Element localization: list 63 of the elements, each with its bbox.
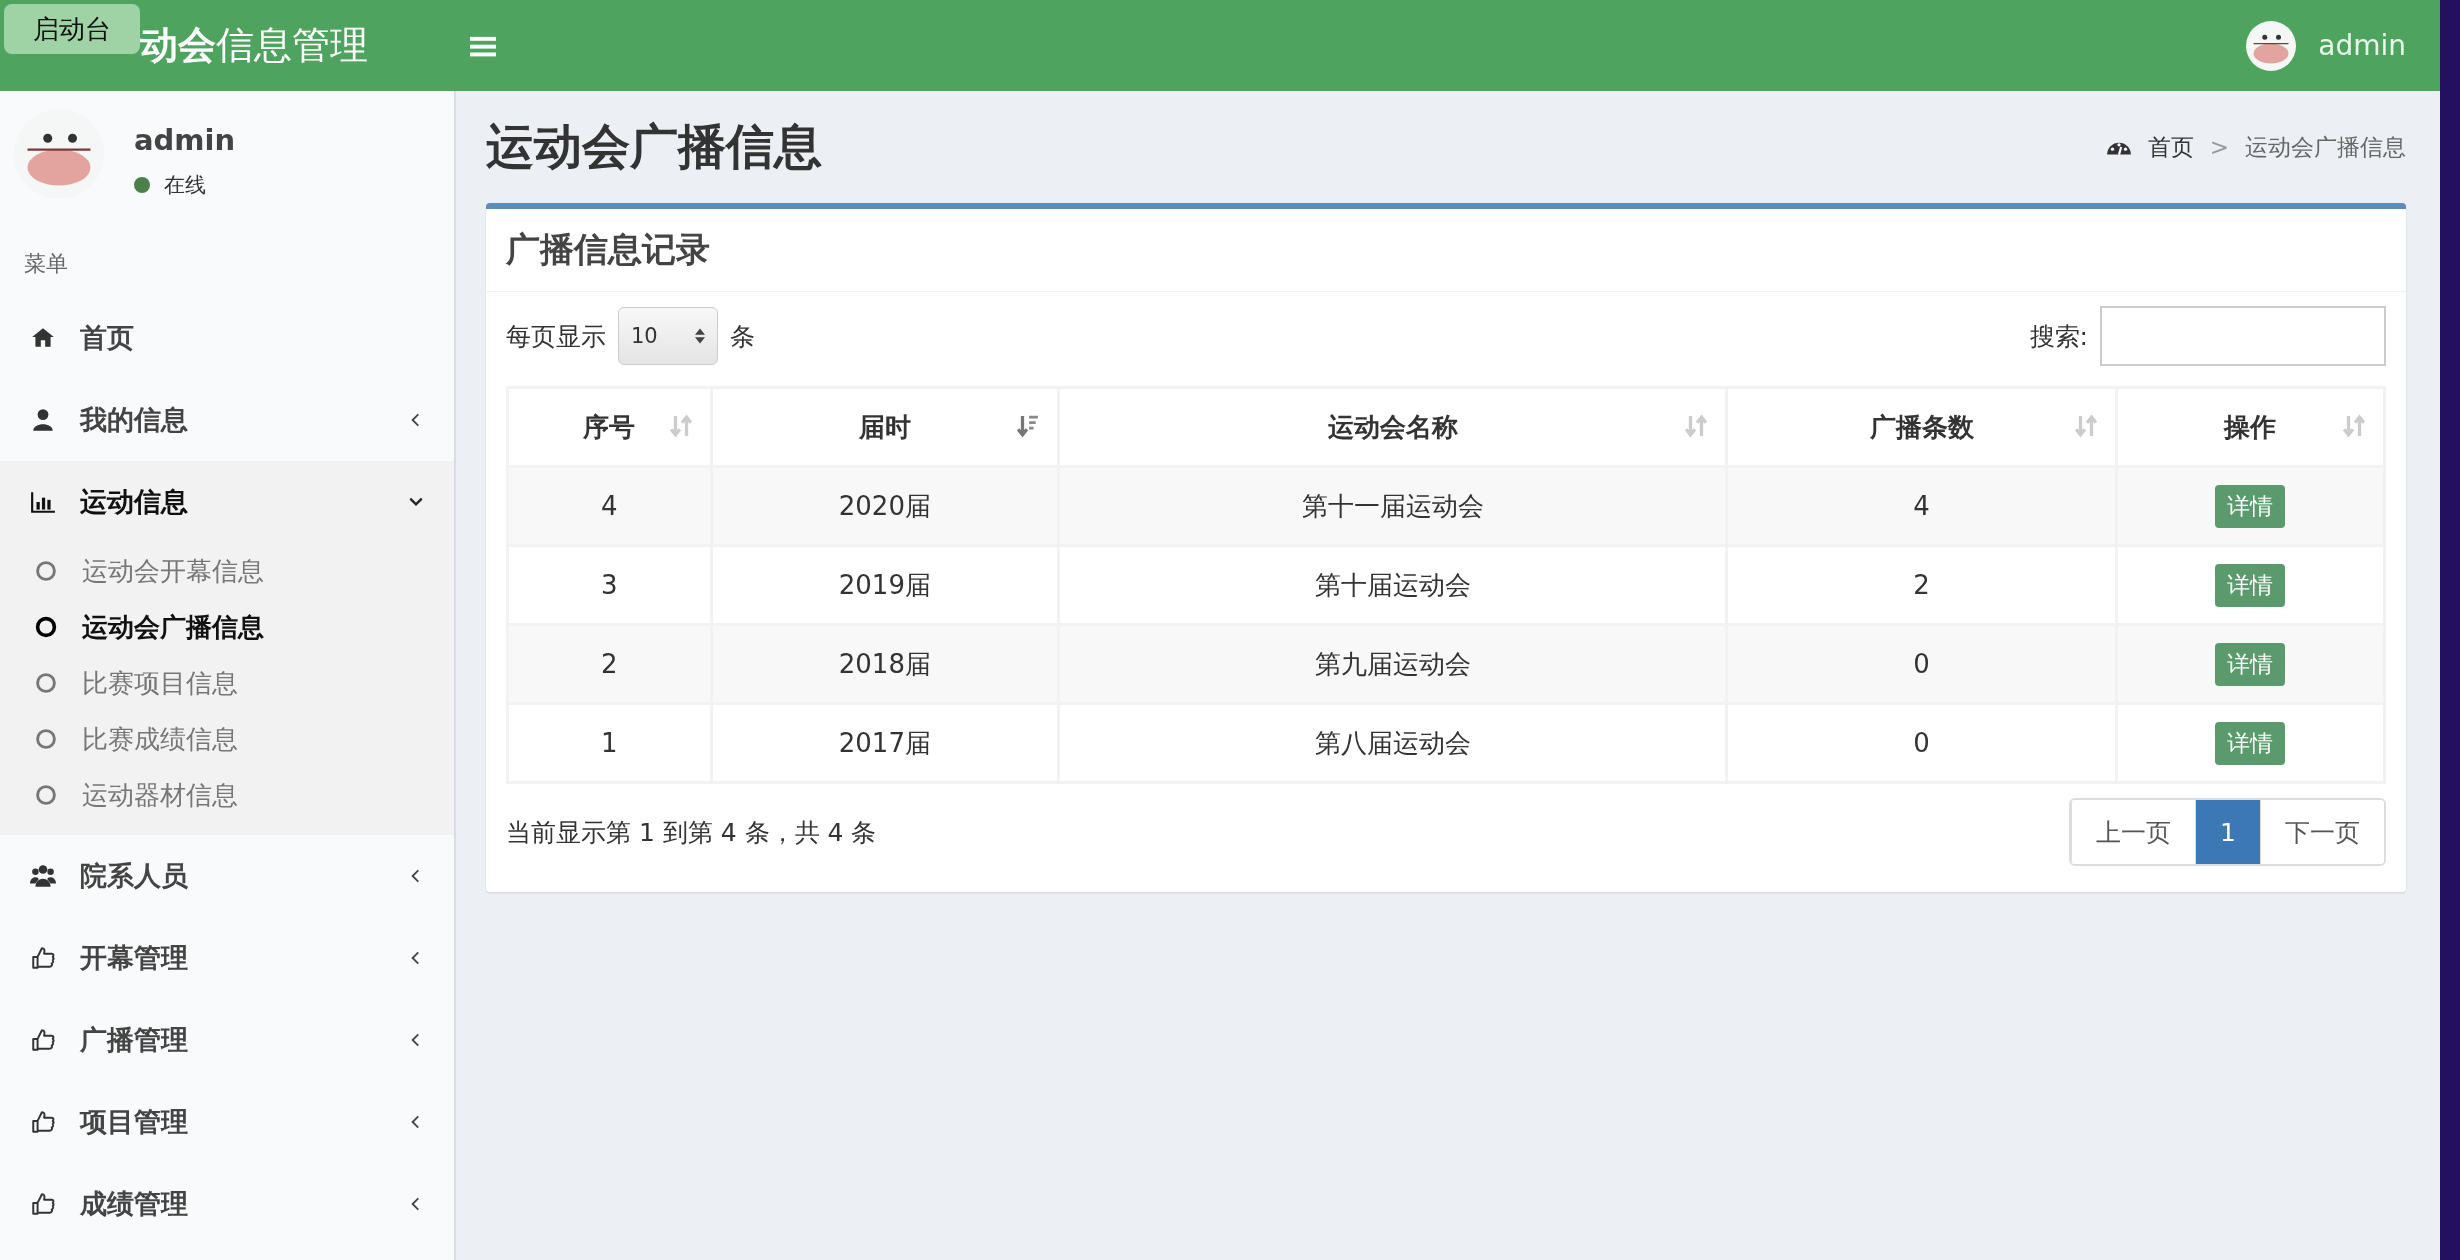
table-cell: 第九届运动会: [1058, 624, 1727, 704]
column-header[interactable]: 广播条数: [1726, 387, 2117, 467]
pagination-button[interactable]: 1: [2195, 800, 2260, 864]
page-size-label: 每页显示: [506, 320, 606, 353]
avatar-icon: [2246, 20, 2297, 71]
app-title: 动会信息管理: [140, 22, 369, 69]
menu-item[interactable]: 项目管理: [0, 1081, 454, 1163]
avatar-icon: [14, 109, 104, 199]
thumbs-up-icon: [30, 1109, 56, 1135]
page-title: 运动会广播信息: [486, 117, 822, 176]
circle-icon: [34, 615, 58, 639]
circle-icon: [34, 559, 58, 583]
table-cell: 第八届运动会: [1058, 703, 1727, 783]
menu-item[interactable]: 广播管理: [0, 999, 454, 1081]
column-header[interactable]: 届时: [711, 387, 1059, 467]
menu-icon: [470, 34, 496, 57]
circle-icon: [34, 727, 58, 751]
spinner-arrows-icon: [695, 327, 705, 345]
table-cell: 2: [507, 624, 712, 704]
submenu-item[interactable]: 运动会广播信息: [0, 599, 454, 655]
submenu-item[interactable]: 比赛成绩信息: [0, 711, 454, 767]
table-cell: 0: [1726, 624, 2117, 704]
search-field[interactable]: [2100, 306, 2386, 366]
thumbs-up-icon: [30, 1027, 56, 1053]
table-cell: 1: [507, 703, 712, 783]
column-header[interactable]: 序号: [507, 387, 712, 467]
submenu-item[interactable]: 比赛项目信息: [0, 655, 454, 711]
panel-title: 广播信息记录: [486, 209, 2406, 292]
menu-item[interactable]: 首页: [0, 297, 454, 379]
menu-item[interactable]: 院系人员: [0, 835, 454, 917]
circle-icon: [34, 671, 58, 695]
table-cell: 第十一届运动会: [1058, 466, 1727, 546]
status-text: 在线: [164, 172, 206, 199]
menu-item[interactable]: 成绩管理: [0, 1163, 454, 1245]
table-cell: 2018届: [711, 624, 1059, 704]
breadcrumb-link[interactable]: 首页: [2147, 131, 2194, 163]
menu-item[interactable]: 我的信息: [0, 379, 454, 461]
page-size-unit: 条: [730, 320, 755, 353]
user-name: admin: [134, 123, 236, 157]
table-cell: 0: [1726, 703, 2117, 783]
menu-item[interactable]: 运动信息: [0, 461, 454, 543]
breadcrumb-separator: >: [2209, 134, 2229, 160]
users-icon: [30, 863, 56, 889]
table-cell: 2017届: [711, 703, 1059, 783]
breadcrumb-current: 运动会广播信息: [2245, 132, 2406, 162]
table-cell: 4: [507, 466, 712, 546]
column-header[interactable]: 运动会名称: [1058, 387, 1727, 467]
page-size-select[interactable]: 10: [618, 307, 718, 365]
table-cell: 4: [1726, 466, 2117, 546]
launchpad-button[interactable]: 启动台: [4, 4, 140, 54]
circle-icon: [34, 783, 58, 807]
submenu-item[interactable]: 运动器材信息: [0, 767, 454, 823]
table-info: 当前显示第 1 到第 4 条，共 4 条: [506, 816, 877, 849]
bar-chart-icon: [30, 489, 56, 515]
menu-item[interactable]: 开幕管理: [0, 917, 454, 999]
user-icon: [30, 407, 56, 433]
submenu-item[interactable]: 运动会开幕信息: [0, 543, 454, 599]
table-cell: 2020届: [711, 466, 1059, 546]
thumbs-up-icon: [30, 1191, 56, 1217]
search-label: 搜索:: [2029, 320, 2088, 353]
pagination-button[interactable]: 下一页: [2260, 800, 2384, 864]
menu-header: 菜单: [23, 250, 69, 278]
thumbs-up-icon: [30, 945, 56, 971]
